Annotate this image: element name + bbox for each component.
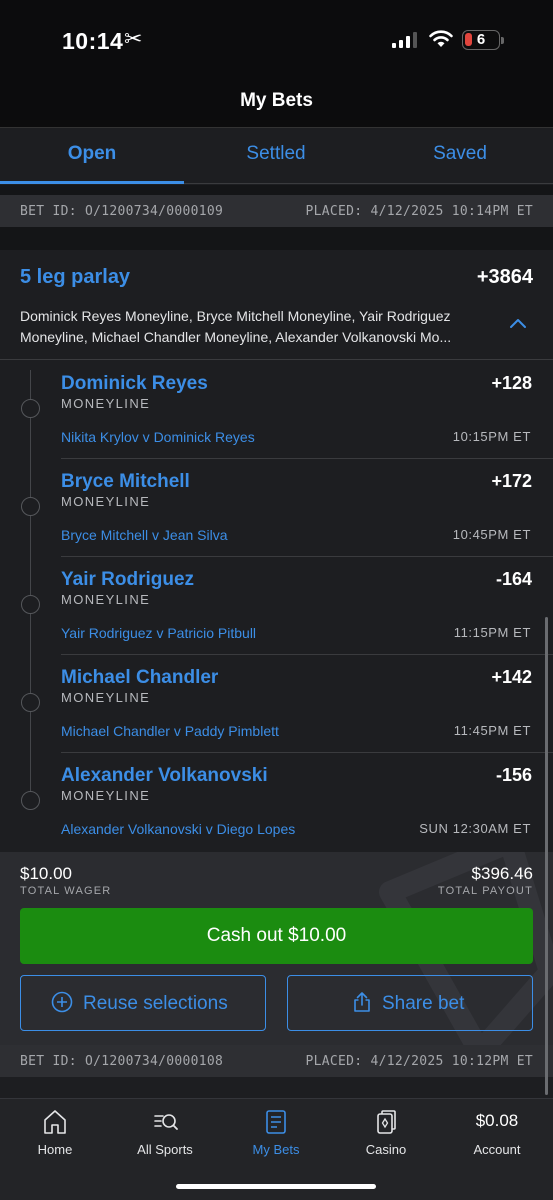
home-icon (44, 1110, 66, 1134)
my-bets-icon (266, 1110, 286, 1134)
tab-settled[interactable]: Settled (184, 128, 368, 184)
leg-market: MONEYLINE (61, 592, 151, 607)
leg-selection: Bryce Mitchell (61, 471, 190, 492)
leg-item[interactable]: Yair Rodriguez -164 MONEYLINE Yair Rodri… (0, 557, 553, 655)
leg-odds: +142 (491, 667, 532, 687)
leg-market: MONEYLINE (61, 788, 151, 803)
chevron-up-icon[interactable] (508, 316, 528, 330)
total-payout-amount: $396.46 (471, 864, 533, 883)
parlay-title[interactable]: 5 leg parlay (20, 266, 130, 289)
leg-item[interactable]: Michael Chandler +142 MONEYLINE Michael … (0, 655, 553, 753)
nav-label: Home (37, 1142, 73, 1157)
leg-status-dot (21, 693, 40, 712)
casino-icon (377, 1110, 396, 1134)
leg-market: MONEYLINE (61, 690, 151, 705)
leg-event-link[interactable]: Yair Rodriguez v Patricio Pitbull (61, 625, 256, 641)
share-bet-button[interactable]: Share bet (287, 975, 533, 1031)
leg-odds: +172 (491, 471, 532, 491)
leg-selection: Alexander Volkanovski (61, 765, 268, 786)
share-icon (354, 992, 370, 1012)
bet-placed-time: PLACED: 4/12/2025 10:14PM ET (305, 204, 533, 219)
leg-event-time: 10:45PM ET (452, 527, 531, 542)
nav-label: My Bets (252, 1142, 300, 1157)
nav-all-sports[interactable]: All Sports (110, 1099, 220, 1169)
total-wager-amount: $10.00 (20, 864, 72, 883)
leg-item[interactable]: Alexander Volkanovski -156 MONEYLINE Ale… (0, 753, 553, 851)
leg-market: MONEYLINE (61, 494, 151, 509)
leg-odds: -164 (495, 569, 532, 589)
leg-event-time: SUN 12:30AM ET (419, 821, 531, 836)
leg-event-link[interactable]: Michael Chandler v Paddy Pimblett (61, 723, 279, 739)
leg-event-link[interactable]: Nikita Krylov v Dominick Reyes (61, 429, 255, 445)
nav-label: Account (473, 1142, 521, 1157)
bet-placed-time: PLACED: 4/12/2025 10:12PM ET (305, 1054, 533, 1069)
page-title: My Bets (240, 90, 313, 111)
leg-odds: +128 (491, 373, 532, 393)
status-bar: 10:14 ✂ 6 (0, 0, 553, 80)
active-tab-indicator (0, 181, 184, 184)
bet-meta-bar: BET ID: O/1200734/0000109 PLACED: 4/12/2… (0, 195, 553, 227)
leg-status-dot (21, 791, 40, 810)
battery-icon: 6 (462, 30, 500, 50)
tab-open[interactable]: Open (0, 128, 184, 184)
battery-level: 6 (476, 31, 486, 48)
nav-label: Casino (365, 1142, 407, 1157)
leg-event-link[interactable]: Alexander Volkanovski v Diego Lopes (61, 821, 295, 837)
all-sports-icon (154, 1114, 178, 1130)
leg-odds: -156 (495, 765, 532, 785)
bet-tabs: Open Settled Saved (0, 128, 553, 184)
nav-home[interactable]: Home (0, 1099, 110, 1169)
scrollbar[interactable] (545, 617, 548, 1095)
cash-out-button[interactable]: Cash out $10.00 (20, 908, 533, 964)
divider (0, 359, 553, 360)
cellular-signal-icon (392, 32, 417, 48)
leg-status-dot (21, 497, 40, 516)
leg-event-time: 11:15PM ET (453, 625, 531, 640)
nav-casino[interactable]: Casino (331, 1099, 441, 1169)
bet-meta-bar: BET ID: O/1200734/0000108 PLACED: 4/12/2… (0, 1045, 553, 1077)
total-wager-label: TOTAL WAGER (20, 885, 112, 897)
leg-event-link[interactable]: Bryce Mitchell v Jean Silva (61, 527, 228, 543)
leg-market: MONEYLINE (61, 396, 151, 411)
leg-status-dot (21, 399, 40, 418)
add-circle-icon (51, 991, 73, 1013)
leg-event-time: 10:15PM ET (452, 429, 531, 444)
divider (0, 185, 553, 195)
leg-selection: Dominick Reyes (61, 373, 208, 394)
leg-selection: Michael Chandler (61, 667, 219, 688)
status-time: 10:14 (62, 28, 124, 54)
next-bet-card (0, 1077, 553, 1098)
divider (0, 227, 553, 250)
reuse-selections-label: Reuse selections (83, 993, 228, 1014)
leg-selection: Yair Rodriguez (61, 569, 195, 590)
wifi-icon (429, 30, 453, 47)
parlay-odds: +3864 (476, 266, 533, 288)
parlay-description: Dominick Reyes Moneyline, Bryce Mitchell… (20, 308, 452, 345)
share-bet-label: Share bet (382, 993, 465, 1014)
home-indicator[interactable] (176, 1184, 376, 1189)
leg-status-dot (21, 595, 40, 614)
nav-label: All Sports (137, 1142, 193, 1157)
leg-item[interactable]: Bryce Mitchell +172 MONEYLINE Bryce Mitc… (0, 459, 553, 557)
account-balance: $0.08 (475, 1111, 519, 1130)
total-payout-label: TOTAL PAYOUT (437, 885, 533, 897)
reuse-selections-button[interactable]: Reuse selections (20, 975, 266, 1031)
bet-id: BET ID: O/1200734/0000108 (20, 1054, 224, 1069)
page-header: My Bets (0, 80, 553, 128)
tab-saved[interactable]: Saved (368, 128, 552, 184)
leg-event-time: 11:45PM ET (453, 723, 531, 738)
leg-item[interactable]: Dominick Reyes +128 MONEYLINE Nikita Kry… (0, 361, 553, 459)
nav-account[interactable]: $0.08 Account (442, 1099, 552, 1169)
scissors-icon: ✂ (124, 26, 143, 51)
nav-my-bets[interactable]: My Bets (221, 1099, 331, 1169)
bet-id: BET ID: O/1200734/0000109 (20, 204, 224, 219)
